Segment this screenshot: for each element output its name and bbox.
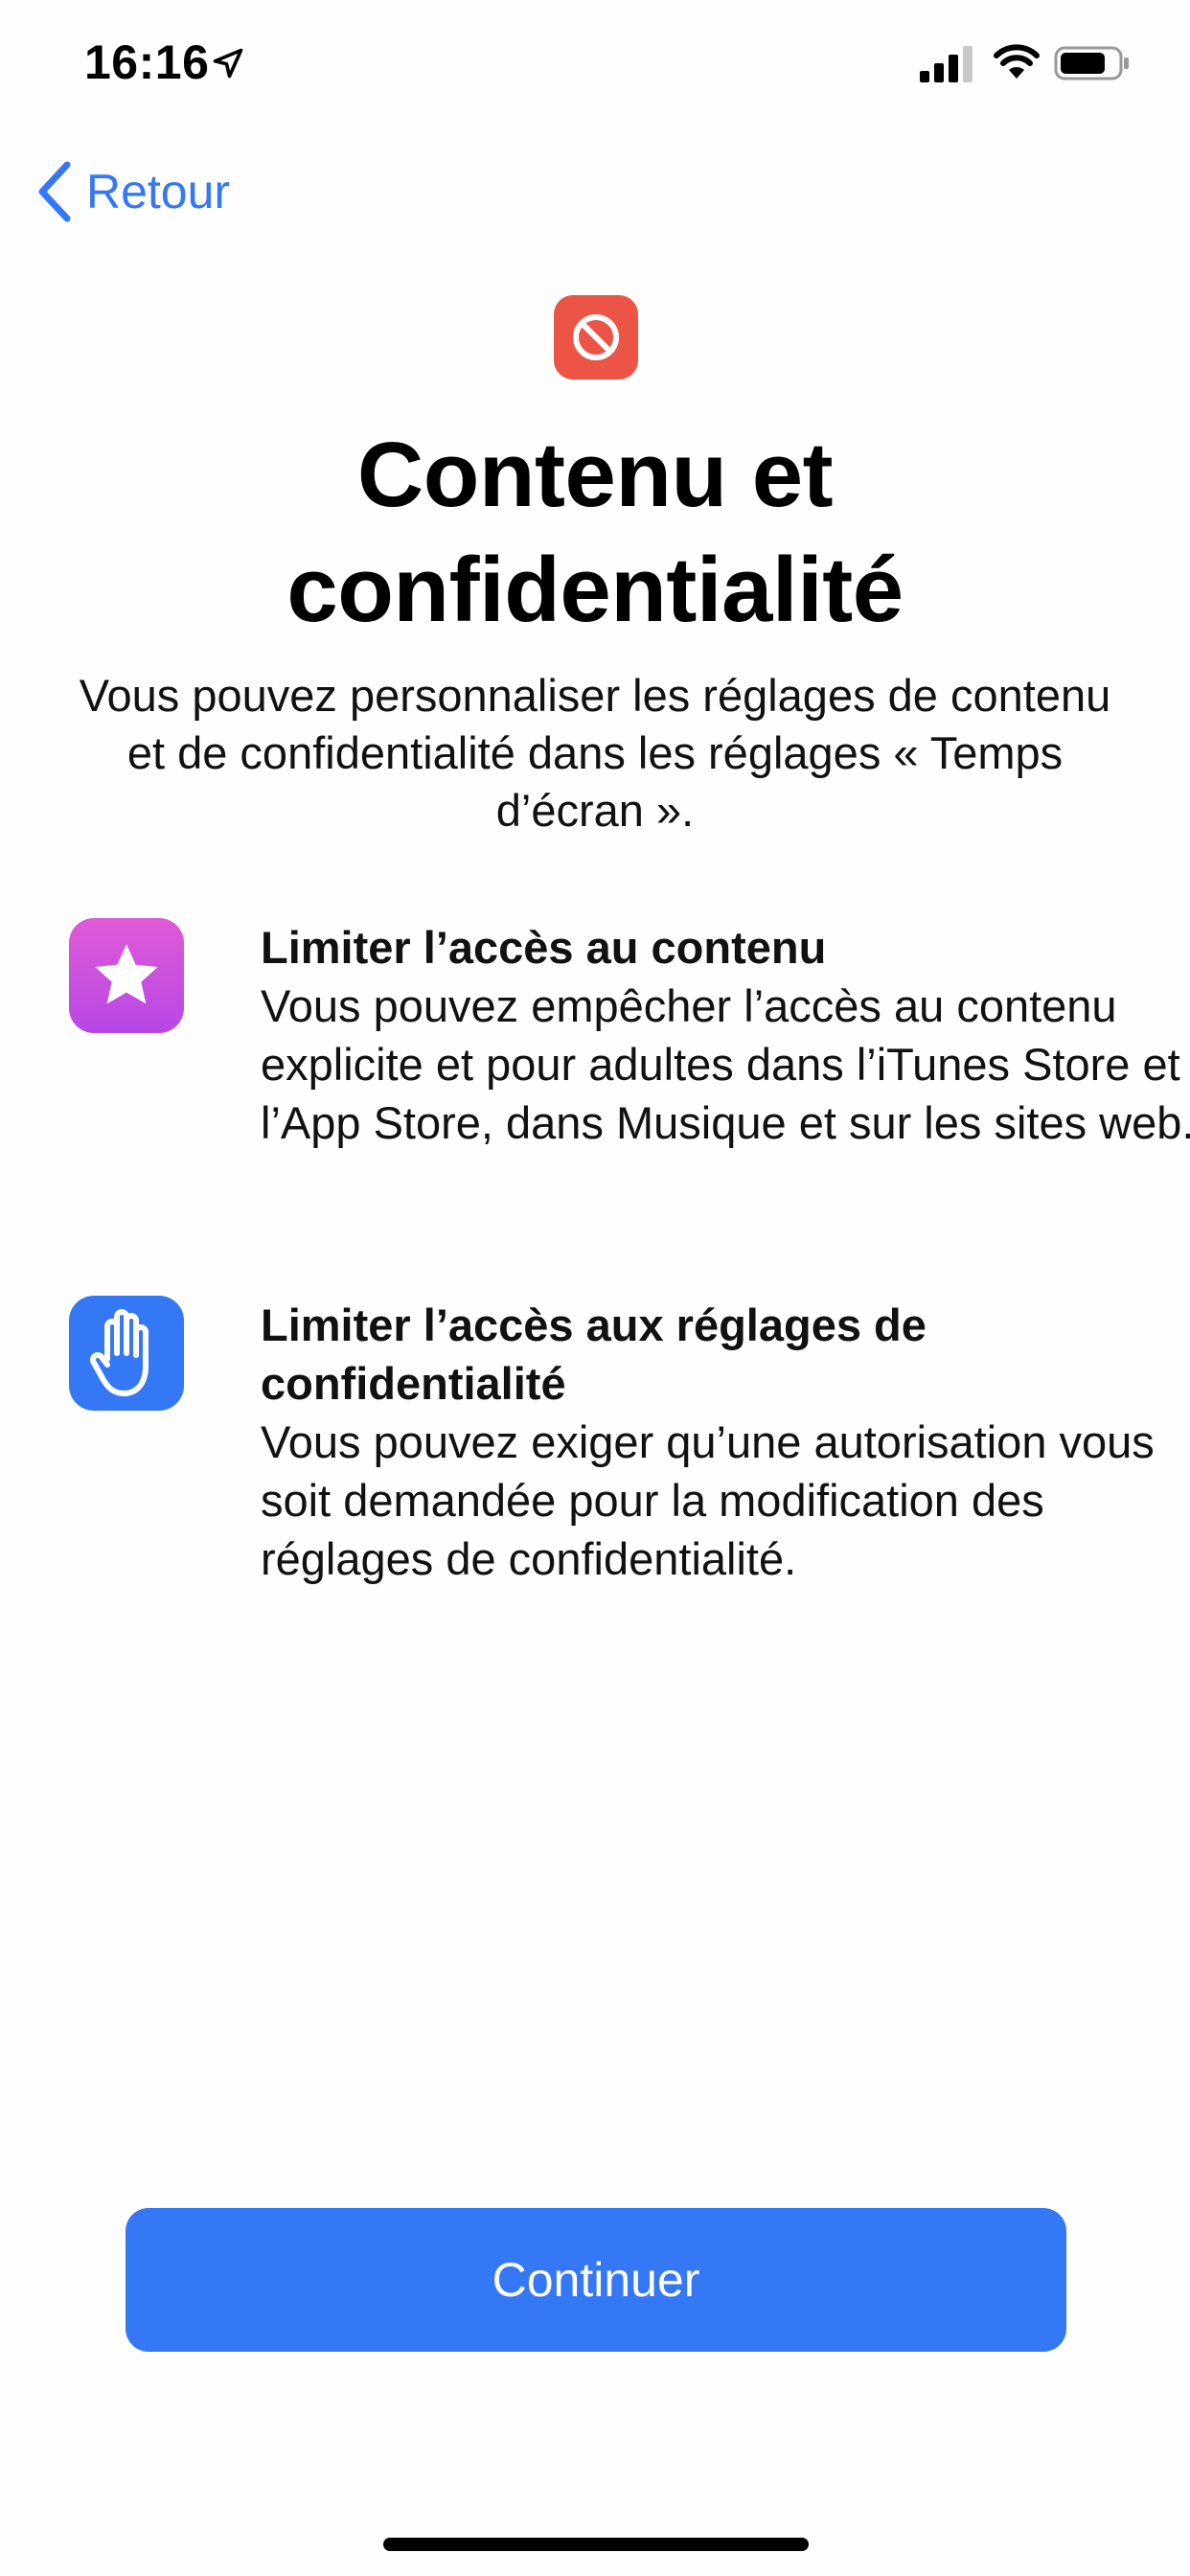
wifi-icon — [994, 44, 1040, 79]
back-button[interactable]: Retour — [34, 153, 230, 230]
status-time: 16:16 — [84, 35, 210, 89]
feature-description: Vous pouvez exiger qu’une autorisation v… — [261, 1416, 1155, 1584]
status-bar: 16:16 — [0, 0, 1190, 134]
page-title: Contenu et confidentialité — [286, 424, 904, 641]
back-label: Retour — [86, 165, 231, 218]
screen: 16:16 Retour Contenu et confidentialité … — [0, 0, 1190, 2576]
home-indicator[interactable] — [383, 2538, 809, 2551]
feature-description: Vous pouvez empêcher l’accès au contenu … — [261, 980, 1190, 1148]
restricted-icon — [554, 295, 638, 380]
battery-icon — [1054, 46, 1129, 80]
feature-title: Limiter l’accès au contenu — [261, 922, 827, 973]
feature-text: Limiter l’accès au contenu Vous pouvez e… — [261, 918, 1190, 1152]
no-entry-icon — [573, 314, 619, 360]
cellular-signal-icon — [920, 46, 973, 82]
feature-title: Limiter l’accès aux réglages de confiden… — [261, 1300, 927, 1409]
star-icon — [69, 918, 184, 1033]
location-arrow-icon — [213, 48, 243, 79]
continue-button[interactable]: Continuer — [126, 2208, 1066, 2352]
hand-icon — [69, 1296, 184, 1411]
feature-text: Limiter l’accès aux réglages de confiden… — [261, 1296, 1190, 1588]
chevron-left-icon — [38, 161, 71, 222]
page-subtitle: Vous pouvez personnaliser les réglages d… — [79, 670, 1111, 836]
